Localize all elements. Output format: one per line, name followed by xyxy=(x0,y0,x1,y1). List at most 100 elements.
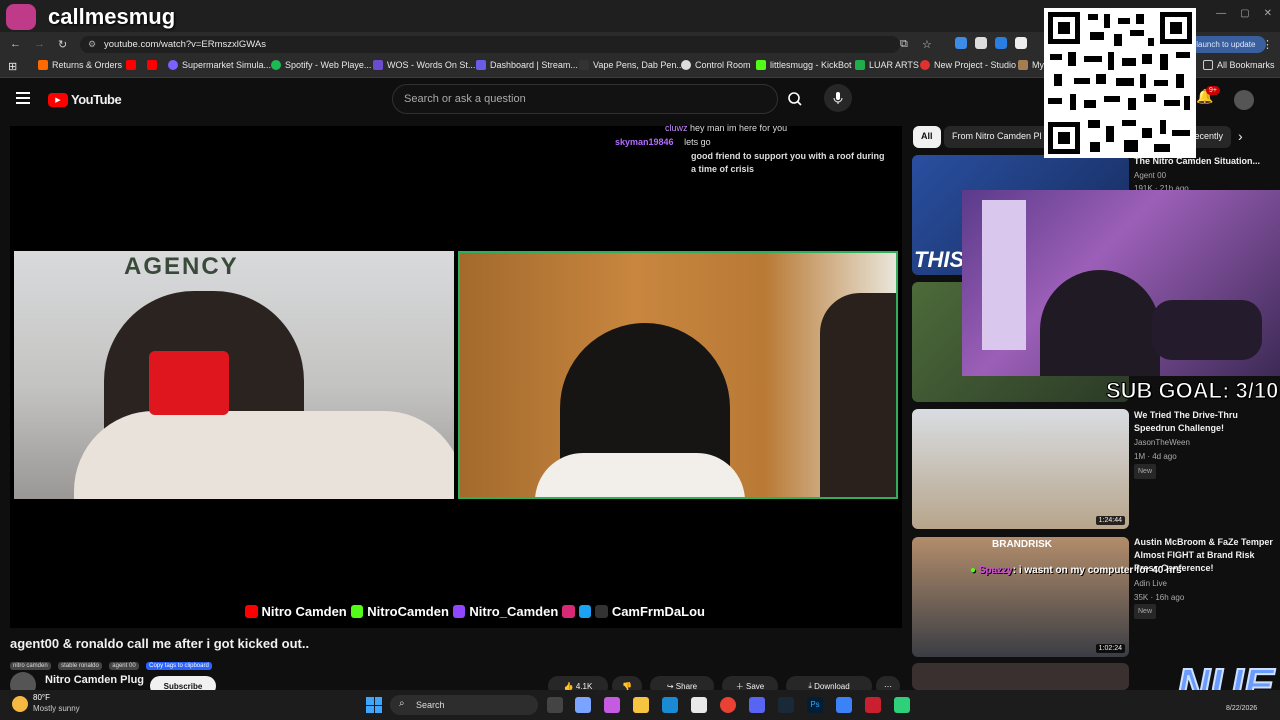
browser-menu-icon[interactable]: ⋮ xyxy=(1262,38,1273,51)
bookmark-youtube[interactable] xyxy=(147,60,157,70)
extension-icon[interactable] xyxy=(975,37,987,49)
webcam-right xyxy=(458,251,898,499)
video-channel[interactable]: JasonTheWeen xyxy=(1134,436,1190,449)
weather-icon[interactable] xyxy=(12,696,28,712)
tag[interactable]: stable ronaldo xyxy=(58,662,102,670)
voice-search-button[interactable] xyxy=(824,84,852,112)
extension-icon[interactable] xyxy=(955,37,967,49)
url-text: youtube.com/watch?v=ERmszxlGWAs xyxy=(104,39,266,50)
taskbar-date: 8/22/2026 xyxy=(1226,705,1258,712)
site-info-icon[interactable]: ⚙ xyxy=(88,39,96,50)
bookmark-wos[interactable]: WOS - Words On St... xyxy=(373,60,475,70)
red-cup xyxy=(149,351,229,415)
bookmark-star-icon[interactable]: ☆ xyxy=(922,38,932,51)
search-button[interactable] xyxy=(778,84,812,114)
video-duration: 1:24:44 xyxy=(1095,516,1125,525)
video-thumbnail[interactable]: 1:24:44 xyxy=(912,409,1129,529)
store-icon[interactable] xyxy=(691,697,707,713)
bed xyxy=(1152,300,1262,360)
sub-goal-overlay: SUB GOAL: 3/10 xyxy=(1105,378,1279,404)
qr-code-image xyxy=(1048,12,1192,154)
tiktok-icon xyxy=(595,605,608,618)
start-icon[interactable] xyxy=(366,697,382,713)
video-duration: 1:02:24 xyxy=(1095,644,1125,653)
video-player[interactable]: cluwz hey man im here for you skyman1984… xyxy=(10,123,902,628)
url-input[interactable]: ⚙ youtube.com/watch?v=ERmszxlGWAs xyxy=(80,36,900,53)
extension-icon[interactable] xyxy=(1015,37,1027,49)
chip-from-channel[interactable]: From Nitro Camden Pl xyxy=(944,126,1050,148)
video-channel[interactable]: Agent 00 xyxy=(1134,169,1166,182)
app-icon[interactable] xyxy=(894,697,910,713)
youtube-icon xyxy=(245,605,258,618)
bookmark-my[interactable]: My xyxy=(1018,60,1044,70)
bookmark-streamlabs[interactable]: Dashboard | Stream... xyxy=(476,60,578,70)
video-channel[interactable]: Adin Live xyxy=(1134,577,1167,590)
window-light xyxy=(982,200,1026,350)
task-view-icon[interactable] xyxy=(547,697,563,713)
photoshop-icon[interactable]: Ps xyxy=(807,697,823,713)
video-thumbnail[interactable] xyxy=(912,663,1129,690)
widgets-icon[interactable] xyxy=(575,697,591,713)
hoodie xyxy=(74,411,454,499)
tag[interactable]: nitro camden xyxy=(10,662,51,670)
app-icon[interactable] xyxy=(865,697,881,713)
extension-icon[interactable] xyxy=(995,37,1007,49)
new-badge: New xyxy=(1134,464,1157,479)
video-thumbnail[interactable]: BRANDRISK 1:02:24 xyxy=(912,537,1129,657)
all-bookmarks[interactable]: All Bookmarks xyxy=(1203,60,1275,70)
chat-message: skyman19846 lets go xyxy=(615,137,711,147)
chat-badge-icon: ● xyxy=(970,565,977,576)
chrome-icon[interactable] xyxy=(720,697,736,713)
bookmark-vape[interactable]: Vape Pens, Dab Pen... xyxy=(579,60,684,70)
bookmark-spotify[interactable]: Spotify - Web Playe... xyxy=(271,60,371,70)
bookmark-kickbot[interactable]: littlesmugg - KickBot xyxy=(756,60,852,70)
bookmark-youtube[interactable] xyxy=(126,60,136,70)
youtube-wordmark: YouTube xyxy=(71,92,122,107)
extensions xyxy=(955,37,1027,49)
tag[interactable]: agent 00 xyxy=(109,662,139,670)
copilot-icon[interactable] xyxy=(604,697,620,713)
bookmark-control-room[interactable]: Control Room xyxy=(681,60,751,70)
notification-count: 9+ xyxy=(1206,86,1220,95)
avatar[interactable] xyxy=(1234,90,1254,110)
chat-message: cluwz hey man im here for you xyxy=(665,123,788,133)
thumbnail-text: BRANDRISK xyxy=(992,539,1052,550)
qr-code xyxy=(1044,8,1196,158)
edge-icon[interactable] xyxy=(662,697,678,713)
notepad-icon[interactable] xyxy=(836,697,852,713)
overlay-chat-message: ● Spazzy: i wasnt on my computer for 40 … xyxy=(970,565,1182,576)
install-icon[interactable]: ⧉ xyxy=(900,38,908,51)
forward-icon[interactable]: → xyxy=(34,38,45,50)
youtube-logo[interactable]: ▶ YouTube xyxy=(48,92,122,107)
youtube-play-icon: ▶ xyxy=(48,92,68,107)
channel-name[interactable]: Nitro Camden Plug xyxy=(45,674,144,686)
bookmark-returns[interactable]: Returns & Orders xyxy=(38,60,122,70)
bookmark-supermarket[interactable]: Supermarket Simula... xyxy=(168,60,271,70)
bookmark-studio[interactable]: New Project - Studio xyxy=(920,60,1016,70)
video-title[interactable]: We Tried The Drive-Thru Speedrun Challen… xyxy=(1134,409,1274,435)
back-icon[interactable]: ← xyxy=(10,38,21,50)
chat-message: good friend to support you with a roof d… xyxy=(691,151,885,174)
search-icon: ⌕ xyxy=(399,698,405,709)
search-input[interactable]: Search or ask a question xyxy=(392,84,778,114)
taskbar-search[interactable]: ⌕ Search xyxy=(390,695,538,715)
microphone-icon xyxy=(833,92,843,104)
window-controls[interactable]: — ▢ ✕ xyxy=(1216,8,1272,19)
menu-icon[interactable] xyxy=(16,92,30,104)
reload-icon[interactable]: ↻ xyxy=(58,38,67,51)
chevron-right-icon[interactable]: › xyxy=(1238,128,1243,144)
chip-all[interactable]: All xyxy=(913,126,941,148)
discord-icon[interactable] xyxy=(749,697,765,713)
copy-tags-button[interactable]: Copy tags to clipboard xyxy=(146,662,212,670)
search-placeholder: Search or ask a question xyxy=(404,93,526,105)
file-explorer-icon[interactable] xyxy=(633,697,649,713)
instagram-icon xyxy=(6,4,36,30)
new-badge: New xyxy=(1134,604,1157,619)
apps-grid-icon[interactable]: ⊞ xyxy=(8,60,17,73)
weather-temp: 80°F xyxy=(33,693,50,702)
bookmark-luar-arts[interactable]: LUAR ARTS xyxy=(855,60,919,70)
steam-icon[interactable] xyxy=(778,697,794,713)
webcam-left: AGENCY xyxy=(14,251,454,499)
twitch-icon xyxy=(452,605,466,618)
kick-icon xyxy=(350,605,364,618)
